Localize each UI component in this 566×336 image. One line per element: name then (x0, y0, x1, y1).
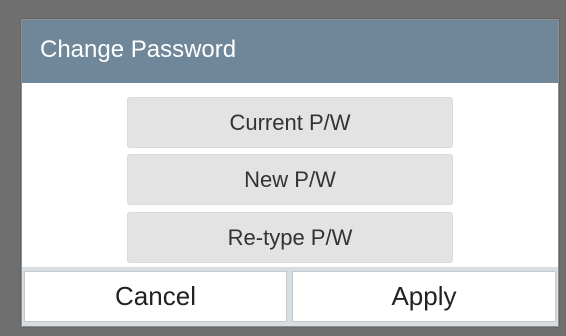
dialog-title: Change Password (40, 36, 237, 63)
current-password-field[interactable]: Current P/W (127, 97, 453, 148)
change-password-dialog: Change Password Current P/W New P/W Re-t… (21, 19, 559, 327)
apply-button[interactable]: Apply (292, 271, 556, 322)
retype-password-field[interactable]: Re-type P/W (127, 212, 453, 263)
cancel-button[interactable]: Cancel (24, 271, 287, 322)
dialog-button-row: Cancel Apply (22, 267, 558, 326)
dialog-title-bar: Change Password (22, 20, 558, 83)
new-password-field[interactable]: New P/W (127, 154, 453, 205)
